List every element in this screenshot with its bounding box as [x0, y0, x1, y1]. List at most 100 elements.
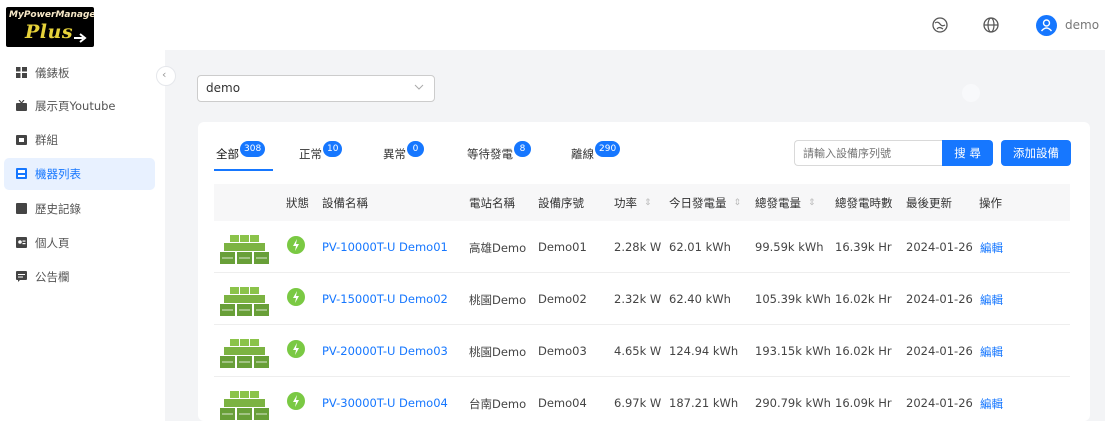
column-header-label: 總發電量 — [755, 196, 801, 210]
sidebar: 儀錶板 展示頁Youtube 群組 機器列表 歷史記錄 個人頁 公告欄 — [0, 50, 165, 421]
count-badge: 8 — [514, 141, 531, 157]
tab-all[interactable]: 全部 308 — [216, 141, 266, 162]
power-value: 6.97k W — [614, 396, 662, 410]
device-name-link[interactable]: PV-10000T-U Demo01 — [322, 240, 448, 254]
sort-icon: ⇕ — [733, 198, 742, 208]
top-header: MyPowerManager Plus demo — [0, 0, 1105, 50]
station-name: 桃園Demo — [469, 345, 527, 359]
power-value: 4.65k W — [614, 344, 662, 358]
sidebar-item-youtube[interactable]: 展示頁Youtube — [4, 90, 155, 122]
tab-abnormal[interactable]: 異常 0 — [383, 141, 424, 162]
sidebar-collapse-button[interactable]: ‹ — [156, 66, 176, 86]
sidebar-item-label: 機器列表 — [35, 167, 81, 181]
power-value: 2.32k W — [614, 292, 662, 306]
sidebar-item-device-list[interactable]: 機器列表 — [4, 158, 155, 190]
station-name: 桃園Demo — [469, 293, 527, 307]
profile-icon — [16, 237, 27, 248]
edit-link[interactable]: 編輯 — [980, 292, 1003, 308]
serial-search-input[interactable] — [794, 140, 942, 166]
sidebar-item-profile[interactable]: 個人頁 — [4, 227, 155, 259]
sidebar-item-label: 群組 — [35, 133, 58, 147]
app-logo[interactable]: MyPowerManager Plus — [6, 7, 94, 47]
status-normal-icon — [287, 288, 305, 306]
device-name-link[interactable]: PV-30000T-U Demo04 — [322, 396, 448, 410]
column-header-today[interactable]: 今日發電量 ⇕ — [669, 195, 741, 211]
chevron-left-icon: ‹ — [162, 68, 167, 81]
status-normal-icon — [287, 340, 305, 358]
history-icon — [16, 203, 27, 214]
edit-link[interactable]: 編輯 — [980, 240, 1003, 256]
today-energy-value: 124.94 kWh — [669, 344, 739, 358]
language-globe-icon[interactable] — [982, 16, 1000, 34]
tab-offline[interactable]: 離線 290 — [571, 141, 621, 162]
total-energy-value: 193.15k kWh — [755, 344, 831, 358]
column-header-serial: 設備序號 — [538, 196, 584, 210]
today-energy-value: 62.40 kWh — [669, 292, 731, 306]
solar-panel-icon — [220, 339, 269, 368]
sidebar-item-label: 儀錶板 — [35, 66, 70, 80]
column-header-status: 狀態 — [286, 196, 309, 210]
sidebar-item-announcements[interactable]: 公告欄 — [4, 261, 155, 293]
column-header-station: 電站名稱 — [469, 196, 515, 210]
column-header-power[interactable]: 功率 ⇕ — [614, 195, 652, 211]
sidebar-item-label: 歷史記錄 — [35, 202, 81, 216]
solar-panel-icon — [220, 287, 269, 316]
user-icon — [1040, 19, 1053, 32]
serial-number: Demo03 — [538, 344, 587, 358]
tab-label: 正常 — [299, 147, 322, 161]
device-list-icon — [16, 168, 27, 179]
tab-label: 等待發電 — [467, 147, 513, 161]
station-select-value: demo — [206, 81, 241, 95]
user-name[interactable]: demo — [1065, 18, 1099, 32]
serial-number: Demo02 — [538, 292, 587, 306]
total-hours-value: 16.02k Hr — [835, 292, 892, 306]
sidebar-item-history[interactable]: 歷史記錄 — [4, 193, 155, 225]
station-name: 台南Demo — [469, 397, 527, 411]
column-header-total[interactable]: 總發電量 ⇕ — [755, 195, 816, 211]
chevron-down-icon — [414, 84, 424, 90]
table-row: PV-20000T-U Demo03 桃園Demo Demo03 4.65k W… — [214, 325, 1070, 377]
decorative-dot — [962, 84, 980, 102]
logo-title: MyPowerManager — [9, 10, 94, 20]
station-name: 高雄Demo — [469, 241, 527, 255]
add-device-button[interactable]: 添加設備 — [1001, 140, 1071, 166]
today-energy-value: 62.01 kWh — [669, 240, 731, 254]
column-header-updated: 最後更新 — [906, 196, 952, 210]
sidebar-item-dashboard[interactable]: 儀錶板 — [4, 57, 155, 89]
count-badge: 308 — [240, 141, 266, 157]
search-button[interactable]: 搜 尋 — [942, 140, 993, 166]
solar-panel-icon — [220, 391, 269, 420]
count-badge: 0 — [407, 141, 424, 157]
user-avatar[interactable] — [1036, 15, 1057, 36]
column-header-label: 功率 — [614, 196, 637, 210]
dashboard-icon — [16, 67, 27, 78]
last-updated-value: 2024-01-26 — [906, 344, 973, 358]
today-energy-value: 187.21 kWh — [669, 396, 739, 410]
logo-plus: Plus — [25, 21, 74, 43]
edit-link[interactable]: 編輯 — [980, 344, 1003, 360]
last-updated-value: 2024-01-26 — [906, 292, 973, 306]
table-row: PV-10000T-U Demo01 高雄Demo Demo01 2.28k W… — [214, 221, 1070, 273]
sidebar-item-label: 公告欄 — [35, 270, 70, 284]
table-row: PV-15000T-U Demo02 桃園Demo Demo02 2.32k W… — [214, 273, 1070, 325]
device-name-link[interactable]: PV-20000T-U Demo03 — [322, 344, 448, 358]
sidebar-item-group[interactable]: 群組 — [4, 124, 155, 156]
tab-label: 異常 — [383, 147, 406, 161]
sort-icon: ⇕ — [644, 198, 652, 208]
device-list-card: 全部308 正常10 異常0 等待發電8 離線290 搜 尋 添加設備 狀態 設… — [198, 122, 1090, 421]
sort-icon: ⇕ — [808, 198, 816, 208]
tab-waiting[interactable]: 等待發電 8 — [467, 141, 531, 162]
status-normal-icon — [287, 236, 305, 254]
total-hours-value: 16.09k Hr — [835, 396, 892, 410]
station-select[interactable]: demo — [197, 75, 435, 102]
tab-normal[interactable]: 正常 10 — [299, 141, 343, 162]
power-value: 2.28k W — [614, 240, 662, 254]
group-icon — [16, 135, 27, 145]
device-name-link[interactable]: PV-15000T-U Demo02 — [322, 292, 448, 306]
count-badge: 290 — [595, 141, 621, 157]
palette-icon[interactable] — [931, 16, 949, 34]
total-energy-value: 105.39k kWh — [755, 292, 831, 306]
edit-link[interactable]: 編輯 — [980, 396, 1003, 412]
active-tab-indicator — [214, 169, 273, 171]
column-header-action: 操作 — [979, 196, 1002, 210]
